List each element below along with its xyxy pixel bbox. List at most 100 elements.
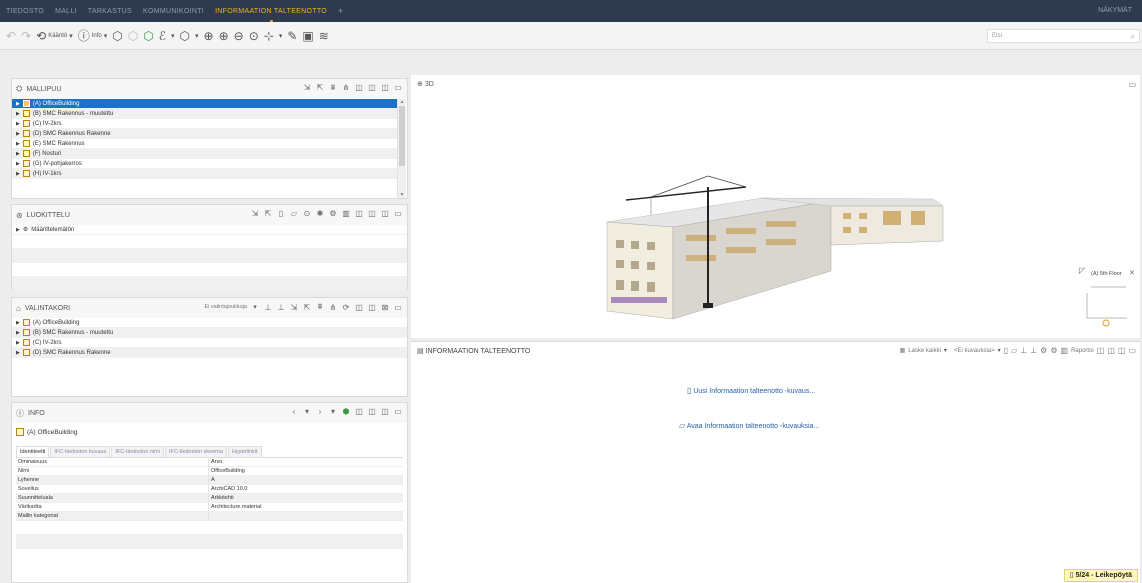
settings-icon[interactable]: ◫ <box>380 83 390 93</box>
lock-icon[interactable]: ◫ <box>367 83 377 93</box>
box-icon[interactable]: ⬡ <box>180 29 190 43</box>
table-row[interactable]: Värikartta Architecture.material <box>16 503 403 512</box>
show-objects-icon[interactable]: ⬡ <box>143 29 153 43</box>
measure-icon[interactable]: ⊹ <box>264 29 274 43</box>
description-dropdown[interactable]: <Ei kuvauksia> <box>954 348 995 354</box>
select-objects-icon[interactable]: ⬡ <box>112 29 122 43</box>
expand-arrow-icon[interactable]: ▶ <box>16 101 20 107</box>
tree-icon[interactable]: ⋔ <box>328 303 338 312</box>
table-row[interactable]: Lyhenne A <box>16 476 403 485</box>
next-icon[interactable]: › <box>315 407 325 416</box>
filter-icon[interactable]: ⩩ <box>328 83 338 93</box>
tree-item[interactable]: ▶ (F) Nosturi <box>12 149 398 159</box>
zoom-selection-icon[interactable]: ⊕ <box>204 29 214 43</box>
new-icon[interactable]: ▯ <box>276 209 286 218</box>
new-description-link[interactable]: ▯ Uusi Informaation talteenotto -kuvaus.… <box>687 386 815 395</box>
search-input[interactable]: Etsi ⌕ <box>987 29 1140 43</box>
tree-item[interactable]: ▶ (B) SMC Rakennus - muutettu <box>12 109 398 119</box>
basket-item[interactable]: ▶ (C) IV-2krs <box>12 338 407 348</box>
target-icon[interactable]: ⊙ <box>302 209 312 218</box>
expand-arrow-icon[interactable]: ▶ <box>16 350 20 356</box>
report-button[interactable]: Raportoi <box>1071 348 1094 354</box>
markup-icon[interactable]: ✎ <box>287 29 297 43</box>
building-model[interactable]: ◸ ✕ <box>411 75 1140 338</box>
expand-arrow-icon[interactable]: ▶ <box>16 141 20 147</box>
tab-hyperlinks[interactable]: Hyperlinkit <box>227 446 262 457</box>
lock-icon[interactable]: ◫ <box>354 209 364 218</box>
scroll-down-icon[interactable]: ▼ <box>398 192 406 198</box>
chevron-down-icon[interactable]: ▾ <box>328 407 338 416</box>
visibility-icon[interactable]: ◫ <box>354 83 364 93</box>
hide-objects-icon[interactable]: ⬡ <box>128 29 138 43</box>
open-folder-icon[interactable]: ▱ <box>1011 346 1017 355</box>
maximize-icon[interactable]: ▭ <box>1128 346 1136 355</box>
redo-icon[interactable]: ↷ <box>21 29 31 43</box>
3d-viewport[interactable]: ⊕ 3D ▭ ◸ ✕ (A) 5th Floor <box>411 75 1140 338</box>
tree-item[interactable]: ▶ (A) OfficeBuilding <box>12 99 398 109</box>
zoom-all-icon[interactable]: ⊙ <box>249 29 259 43</box>
print-icon[interactable]: ◫ <box>367 209 377 218</box>
tree-item[interactable]: ▶ (D) SMC Rakennus Rakenne <box>12 129 398 139</box>
open-description-link[interactable]: ▱ Avaa Informaation talteenotto -kuvauks… <box>679 421 819 430</box>
table-row[interactable]: Nimi OfficeBuilding <box>16 467 403 476</box>
expand-icon[interactable]: ⇲ <box>302 83 312 93</box>
chevron-down-icon[interactable]: ▾ <box>250 303 260 311</box>
maximize-icon[interactable]: ▭ <box>393 303 403 312</box>
basket-item[interactable]: ▶ (B) SMC Rakennus - muutettu <box>12 328 407 338</box>
tree-item[interactable]: ▶ (E) SMC Rakennus <box>12 139 398 149</box>
zoom-out-icon[interactable]: ⊖ <box>234 29 244 43</box>
chevron-down-icon[interactable]: ▾ <box>279 32 283 40</box>
export-table-icon[interactable]: ◫ <box>1118 346 1126 355</box>
expand-arrow-icon[interactable]: ▶ <box>16 111 20 117</box>
print-icon[interactable]: ◫ <box>367 303 377 312</box>
zoom-in-icon[interactable]: ⊕ <box>219 29 229 43</box>
menu-item-check[interactable]: TARKASTUS <box>88 8 132 15</box>
tab-ifc-name[interactable]: IFC-tiedoston nimi <box>111 446 164 457</box>
expand-arrow-icon[interactable]: ▶ <box>16 340 20 346</box>
expand-arrow-icon[interactable]: ▶ <box>16 171 20 177</box>
clear-icon[interactable]: ⊠ <box>380 303 390 312</box>
menu-item-communication[interactable]: KOMMUNIKOINTI <box>143 8 204 15</box>
remove-from-set-icon[interactable]: ⊥ <box>276 303 286 312</box>
collapse-icon[interactable]: ⇱ <box>315 83 325 93</box>
print-icon[interactable]: ◫ <box>367 407 377 416</box>
export-icon[interactable]: ⊥ <box>1030 346 1037 355</box>
tab-ifc-schema[interactable]: IFC-tiedoston skeema <box>165 446 227 457</box>
expand-arrow-icon[interactable]: ▶ <box>16 330 20 336</box>
expand-arrow-icon[interactable]: ▶ <box>16 320 20 326</box>
expand-icon[interactable]: ⇲ <box>289 303 299 312</box>
model-tree-scrollbar[interactable]: ▲ ▼ <box>397 99 406 198</box>
print-icon[interactable]: ◫ <box>1107 346 1115 355</box>
export-icon[interactable]: ◫ <box>380 407 390 416</box>
expand-arrow-icon[interactable]: ▶ <box>16 151 20 157</box>
table-row[interactable]: Sovellus ArchiCAD 10.0 <box>16 485 403 494</box>
clipboard-status[interactable]: ▯ 5/24 - Leikepöytä <box>1063 569 1138 582</box>
views-menu[interactable]: NÄKYMÄT <box>1098 7 1132 14</box>
settings-icon[interactable]: ⚙ <box>328 209 338 218</box>
tree-icon[interactable]: ⋔ <box>341 83 351 93</box>
expand-arrow-icon[interactable]: ▶ <box>16 161 20 167</box>
selection-set-dropdown[interactable]: Ei valintajoukkoja <box>205 304 248 310</box>
collapse-icon[interactable]: ⇱ <box>302 303 312 312</box>
chevron-down-icon[interactable]: ▾ <box>998 347 1001 354</box>
chart-icon[interactable]: ▥ <box>341 209 351 218</box>
chevron-down-icon[interactable]: ▾ <box>944 347 947 354</box>
chevron-down-icon[interactable]: ▾ <box>195 32 199 40</box>
basket-item[interactable]: ▶ (D) SMC Rakennus Rakenne <box>12 348 407 358</box>
scroll-up-icon[interactable]: ▲ <box>398 99 406 105</box>
open-folder-icon[interactable]: ▱ <box>289 209 299 218</box>
tree-item[interactable]: ▶ (C) IV-2krs <box>12 119 398 129</box>
report-icon[interactable]: ▥ <box>1061 346 1069 355</box>
info-button[interactable]: ⓘ Info ▾ <box>78 27 108 44</box>
collapse-icon[interactable]: ⇱ <box>263 209 273 218</box>
menu-item-model[interactable]: MALLI <box>55 8 77 15</box>
rotate-button[interactable]: ⟲ Kääntö ▾ <box>36 29 73 43</box>
maximize-icon[interactable]: ▭ <box>393 209 403 218</box>
classification-item[interactable]: ▶ ⚙ Määrittelemätön <box>12 225 407 235</box>
floor-label[interactable]: (A) 5th Floor <box>1091 271 1122 277</box>
menu-item-information-takeoff[interactable]: INFORMAATION TALTEENOTTO <box>215 8 327 23</box>
table-row[interactable]: Mallin kategoriat <box>16 512 403 521</box>
add-to-set-icon[interactable]: ⊥ <box>263 303 273 312</box>
filter-icon[interactable]: ⩩ <box>315 302 325 312</box>
refresh-icon[interactable]: ⟳ <box>341 303 351 312</box>
